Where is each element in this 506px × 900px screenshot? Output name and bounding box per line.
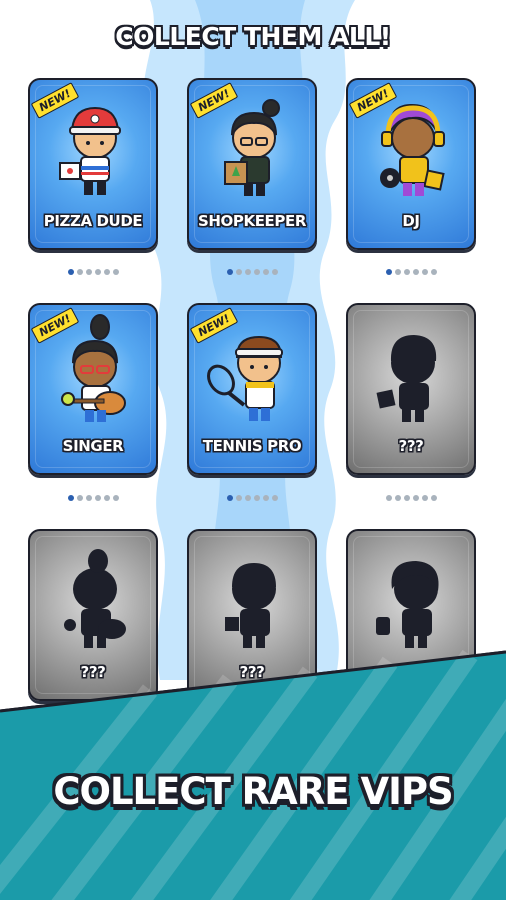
- screen: COLLECT THEM ALL! NEW! PIZZA DUDE NEW! S…: [0, 0, 506, 900]
- banner-title: COLLECT RARE VIPS: [53, 770, 453, 813]
- rare-vips-banner: [0, 649, 506, 900]
